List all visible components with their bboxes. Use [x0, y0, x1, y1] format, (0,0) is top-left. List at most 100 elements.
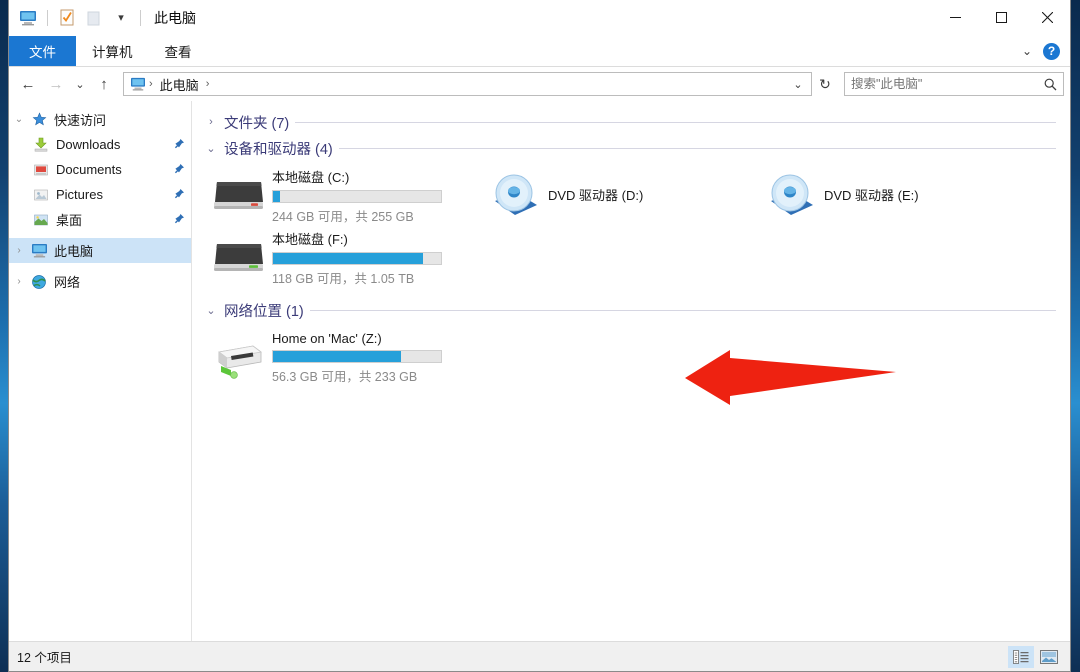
drive-tile-z[interactable]: Home on 'Mac' (Z:) 56.3 GB 可用，共 233 GB — [204, 327, 480, 389]
drive-name: DVD 驱动器 (D:) — [548, 188, 644, 203]
sidebar-item-quick-access[interactable]: ⌄ 快速访问 — [9, 107, 191, 132]
path-dropdown-icon[interactable]: ⌄ — [789, 78, 807, 91]
group-header-folders[interactable]: › 文件夹 (7) — [200, 109, 1070, 135]
chevron-right-icon[interactable]: › — [204, 116, 218, 128]
close-button[interactable] — [1024, 0, 1070, 36]
view-toggle-group — [1008, 645, 1062, 668]
sidebar-item-pictures[interactable]: Pictures — [9, 182, 191, 207]
maximize-button[interactable] — [978, 0, 1024, 36]
file-explorer-window: ▾ 此电脑 文件 计算机 查看 ⌄ ? ← → ⌄ ↑ › 此电脑 › ⌄ ↻ … — [8, 0, 1071, 672]
drive-tile-c[interactable]: 本地磁盘 (C:) 244 GB 可用，共 255 GB — [204, 165, 480, 227]
group-title: 网络位置 (1) — [224, 303, 304, 320]
capacity-bar — [272, 190, 442, 203]
sidebar-item-downloads[interactable]: Downloads — [9, 132, 191, 157]
pin-icon[interactable] — [171, 188, 187, 201]
drive-name: Home on 'Mac' (Z:) — [272, 331, 382, 346]
large-icons-view-button[interactable] — [1036, 646, 1062, 668]
drive-tile-f[interactable]: 本地磁盘 (F:) 118 GB 可用，共 1.05 TB — [204, 227, 480, 289]
drive-capacity-text: 56.3 GB 可用，共 233 GB — [272, 370, 418, 384]
chevron-down-icon[interactable]: ⌄ — [9, 114, 29, 125]
network-drive-icon — [208, 330, 270, 386]
back-button[interactable]: ← — [15, 71, 41, 97]
drive-tile-e[interactable]: DVD 驱动器 (E:) — [756, 165, 1032, 227]
drive-tile-d[interactable]: DVD 驱动器 (D:) — [480, 165, 756, 227]
documents-icon — [31, 161, 51, 179]
tab-computer[interactable]: 计算机 — [76, 36, 149, 66]
drive-name: 本地磁盘 (F:) — [272, 232, 348, 247]
breadcrumb-separator-1: › — [149, 78, 153, 90]
pin-icon[interactable] — [171, 163, 187, 176]
drive-name: 本地磁盘 (C:) — [272, 170, 350, 185]
chevron-down-icon[interactable]: ⌄ — [1019, 44, 1035, 58]
devices-tile-grid: 本地磁盘 (C:) 244 GB 可用，共 255 GB DVD 驱动器 (D:… — [200, 161, 1070, 293]
window-controls — [932, 0, 1070, 36]
search-icon[interactable] — [1044, 78, 1057, 91]
pin-icon[interactable] — [171, 213, 187, 226]
search-input[interactable] — [851, 77, 1044, 91]
title-bar: ▾ 此电脑 — [9, 0, 1070, 36]
drive-info: DVD 驱动器 (E:) — [822, 168, 1028, 224]
window-title: 此电脑 — [154, 9, 196, 26]
drive-info: 本地磁盘 (F:) 118 GB 可用，共 1.05 TB — [270, 229, 476, 287]
toolbar-divider-1 — [47, 9, 48, 26]
details-view-button[interactable] — [1008, 645, 1034, 668]
chevron-down-icon[interactable]: ⌄ — [204, 142, 218, 155]
ribbon-right-controls: ⌄ ? — [1019, 36, 1070, 66]
path-right-controls: ⌄ — [789, 78, 807, 91]
this-pc-icon[interactable] — [17, 7, 39, 29]
customize-chevron-icon[interactable]: ▾ — [110, 7, 132, 29]
sidebar-item-this-pc[interactable]: › 此电脑 — [9, 238, 191, 263]
capacity-bar-fill — [273, 191, 280, 202]
chevron-right-icon[interactable]: › — [9, 276, 29, 287]
sidebar-item-network[interactable]: › 网络 — [9, 269, 191, 294]
chevron-right-icon[interactable]: › — [9, 245, 29, 256]
recent-locations-icon[interactable]: ⌄ — [71, 71, 89, 97]
quick-access-toolbar: ▾ — [9, 7, 144, 29]
item-count-label: 12 个项目 — [17, 651, 72, 665]
desktop-icon — [31, 211, 51, 229]
network-tile-grid: Home on 'Mac' (Z:) 56.3 GB 可用，共 233 GB — [200, 323, 1070, 393]
star-icon — [29, 111, 49, 129]
sidebar-item-documents[interactable]: Documents — [9, 157, 191, 182]
chevron-down-icon[interactable]: ⌄ — [204, 304, 218, 317]
group-rule — [309, 309, 1056, 311]
drive-info: Home on 'Mac' (Z:) 56.3 GB 可用，共 233 GB — [270, 331, 476, 385]
sidebar-item-label: 网络 — [54, 275, 81, 290]
drive-name: DVD 驱动器 (E:) — [824, 188, 919, 203]
sidebar-item-desktop[interactable]: 桌面 — [9, 207, 191, 232]
capacity-bar-fill — [273, 351, 401, 362]
group-rule — [338, 147, 1056, 149]
help-icon[interactable]: ? — [1043, 42, 1060, 60]
group-header-devices[interactable]: ⌄ 设备和驱动器 (4) — [200, 135, 1070, 161]
tab-view[interactable]: 查看 — [149, 36, 208, 66]
new-folder-icon[interactable] — [83, 7, 105, 29]
drive-capacity-text: 244 GB 可用，共 255 GB — [272, 210, 414, 224]
refresh-button[interactable]: ↻ — [814, 71, 836, 97]
minimize-button[interactable] — [932, 0, 978, 36]
properties-icon[interactable] — [56, 7, 78, 29]
toolbar-divider-2 — [140, 9, 141, 26]
capacity-bar — [272, 252, 442, 265]
sidebar-item-label: 此电脑 — [54, 244, 94, 259]
group-title: 文件夹 (7) — [224, 115, 290, 132]
hard-drive-icon — [208, 168, 270, 224]
forward-button[interactable]: → — [43, 71, 69, 97]
tab-file[interactable]: 文件 — [9, 36, 76, 66]
breadcrumb-separator-2[interactable]: › — [205, 78, 211, 90]
group-rule — [295, 121, 1056, 123]
sidebar-item-label: Downloads — [56, 137, 121, 152]
breadcrumb-item-this-pc[interactable]: 此电脑 — [156, 75, 203, 94]
dvd-drive-icon — [484, 168, 546, 224]
breadcrumb[interactable]: › 此电脑 › ⌄ — [123, 72, 812, 96]
dvd-drive-icon — [760, 168, 822, 224]
up-button[interactable]: ↑ — [91, 71, 117, 97]
this-pc-icon — [29, 242, 49, 260]
status-bar: 12 个项目 — [9, 641, 1070, 671]
drive-info: 本地磁盘 (C:) 244 GB 可用，共 255 GB — [270, 167, 476, 225]
group-header-network-locations[interactable]: ⌄ 网络位置 (1) — [200, 297, 1070, 323]
hard-drive-icon — [208, 230, 270, 286]
ribbon-tab-strip: 文件 计算机 查看 ⌄ ? — [9, 36, 1070, 67]
desktop-background: ▾ 此电脑 文件 计算机 查看 ⌄ ? ← → ⌄ ↑ › 此电脑 › ⌄ ↻ … — [0, 0, 1080, 672]
pin-icon[interactable] — [171, 138, 187, 151]
search-box[interactable] — [844, 72, 1064, 96]
